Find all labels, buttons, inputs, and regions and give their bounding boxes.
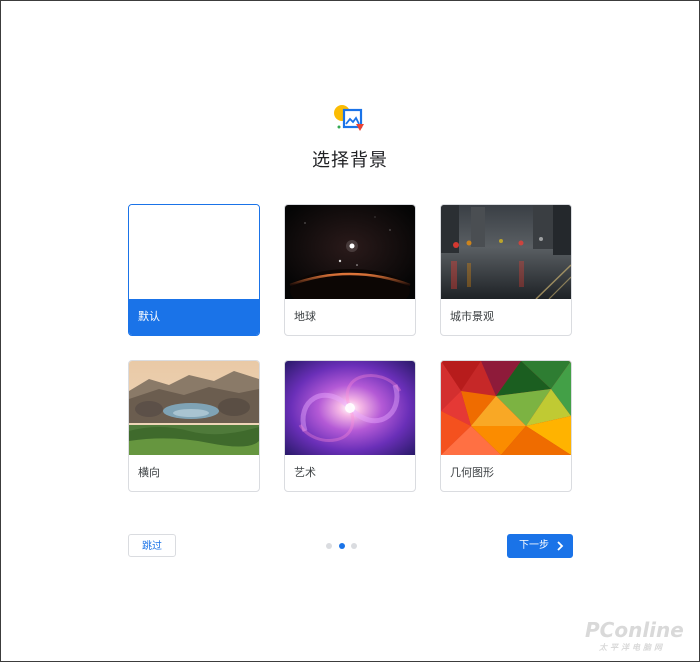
background-option-cityscape[interactable]: 城市景观 [440, 204, 572, 336]
background-option-default[interactable]: 默认 [128, 204, 260, 336]
background-option-label: 艺术 [294, 466, 316, 479]
background-option-label: 地球 [294, 310, 316, 323]
background-option-label: 城市景观 [450, 310, 494, 323]
next-button[interactable]: 下一步 [507, 534, 573, 558]
next-button-label: 下一步 [519, 540, 549, 551]
background-option-label: 几何图形 [450, 466, 494, 479]
background-option-geometric[interactable]: 几何图形 [440, 360, 572, 492]
blank-thumbnail [129, 205, 259, 299]
skip-button[interactable]: 跳过 [128, 534, 176, 557]
background-image-icon [334, 105, 364, 131]
background-option-landscape[interactable]: 横向 [128, 360, 260, 492]
rocky-coast-landscape-image [129, 361, 259, 455]
background-option-label: 横向 [138, 466, 160, 479]
page-dot-1 [326, 543, 332, 549]
background-option-art[interactable]: 艺术 [284, 360, 416, 492]
watermark-logo-text: PConline [585, 618, 684, 642]
site-watermark: PConline 太平洋电脑网 [585, 618, 695, 658]
watermark-subtext: 太平洋电脑网 [599, 643, 665, 652]
colorful-polygon-geometry-image [441, 361, 571, 455]
page-title: 选择背景 [312, 150, 388, 171]
page-dot-3 [351, 543, 357, 549]
chevron-right-icon [557, 541, 564, 551]
background-option-earth[interactable]: 地球 [284, 204, 416, 336]
purple-galaxy-art-image [285, 361, 415, 455]
page-dot-2-active [339, 543, 345, 549]
earth-horizon-image [285, 205, 415, 299]
background-option-label: 默认 [129, 299, 259, 335]
city-street-rain-image [441, 205, 571, 299]
